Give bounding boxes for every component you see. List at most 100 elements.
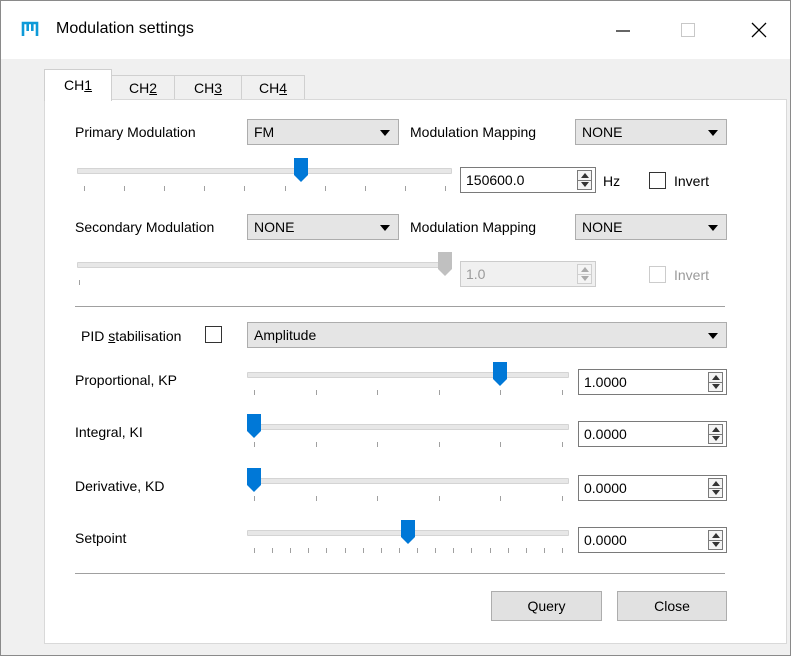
title-bar: Modulation settings [1, 1, 790, 59]
modulation-settings-window: Modulation settings CH1 CH2 CH3 CH4 Prim… [0, 0, 791, 656]
slider-tick [562, 496, 563, 501]
proportional-slider[interactable] [247, 362, 569, 396]
integral-label: Integral, KI [75, 424, 143, 440]
tab-ch1[interactable]: CH1 [44, 69, 112, 101]
spin-buttons[interactable] [577, 264, 592, 284]
slider-track [247, 424, 569, 430]
slider-tick [164, 186, 165, 191]
slider-thumb[interactable] [401, 520, 415, 544]
primary-value-spinbox[interactable]: 150600.0 [460, 167, 596, 193]
slider-tick [377, 390, 378, 395]
slider-tick [439, 442, 440, 447]
slider-tick [377, 442, 378, 447]
spin-buttons[interactable] [708, 372, 723, 392]
secondary-mapping-select[interactable]: NONE [575, 214, 727, 240]
slider-tick [453, 548, 454, 553]
slider-tick [244, 186, 245, 191]
primary-mapping-label: Modulation Mapping [410, 124, 537, 140]
slider-tick [345, 548, 346, 553]
slider-tick [500, 442, 501, 447]
slider-track [77, 168, 452, 174]
slider-tick [316, 496, 317, 501]
tab-ch2[interactable]: CH2 [111, 75, 175, 100]
proportional-spinbox[interactable]: 1.0000 [578, 369, 727, 395]
pid-stabilisation-label: PID stabilisation [81, 328, 182, 344]
slider-tick [124, 186, 125, 191]
pid-source-select[interactable]: Amplitude [247, 322, 727, 348]
slider-thumb[interactable] [247, 468, 261, 492]
minimize-icon [616, 30, 630, 32]
slider-tick [326, 548, 327, 553]
slider-thumb[interactable] [294, 158, 308, 182]
slider-tick [308, 548, 309, 553]
slider-tick [500, 390, 501, 395]
slider-thumb[interactable] [493, 362, 507, 386]
primary-modulation-select[interactable]: FM [247, 119, 399, 145]
slider-tick [363, 548, 364, 553]
slider-tick [562, 548, 563, 553]
tab-ch4[interactable]: CH4 [241, 75, 305, 100]
integral-slider[interactable] [247, 414, 569, 448]
derivative-label: Derivative, KD [75, 478, 165, 494]
slider-tick [435, 548, 436, 553]
derivative-spinbox[interactable]: 0.0000 [578, 475, 727, 501]
primary-slider[interactable] [77, 158, 452, 192]
proportional-label: Proportional, KP [75, 372, 177, 388]
channel-panel: Primary Modulation FM Modulation Mapping… [44, 99, 787, 644]
query-button[interactable]: Query [491, 591, 602, 621]
slider-tick [204, 186, 205, 191]
chevron-down-icon [380, 130, 390, 136]
slider-tick [254, 548, 255, 553]
primary-modulation-label: Primary Modulation [75, 124, 196, 140]
slider-tick [316, 442, 317, 447]
maximize-button[interactable] [671, 15, 705, 45]
chevron-down-icon [708, 333, 718, 339]
slider-tick [562, 390, 563, 395]
slider-tick [405, 186, 406, 191]
integral-spinbox[interactable]: 0.0000 [578, 421, 727, 447]
close-icon [751, 22, 767, 38]
slider-tick [316, 390, 317, 395]
slider-tick [254, 442, 255, 447]
slider-tick [272, 548, 273, 553]
tab-ch3[interactable]: CH3 [174, 75, 242, 100]
slider-tick [254, 390, 255, 395]
minimize-button[interactable] [606, 15, 640, 45]
spin-buttons[interactable] [708, 478, 723, 498]
slider-tick [439, 496, 440, 501]
secondary-value-spinbox[interactable]: 1.0 [460, 261, 596, 287]
spin-buttons[interactable] [708, 530, 723, 550]
secondary-mapping-label: Modulation Mapping [410, 219, 537, 235]
setpoint-slider[interactable] [247, 520, 569, 554]
primary-invert-checkbox[interactable] [649, 172, 666, 189]
slider-tick [399, 548, 400, 553]
close-button[interactable]: Close [617, 591, 727, 621]
app-logo-icon [21, 21, 39, 36]
chevron-down-icon [708, 130, 718, 136]
pid-stabilisation-checkbox[interactable] [205, 326, 222, 343]
primary-mapping-select[interactable]: NONE [575, 119, 727, 145]
slider-thumb[interactable] [247, 414, 261, 438]
divider [75, 306, 725, 307]
slider-track [77, 262, 452, 268]
slider-thumb[interactable] [438, 252, 452, 276]
setpoint-label: Setpoint [75, 530, 127, 546]
spin-buttons[interactable] [708, 424, 723, 444]
slider-track [247, 372, 569, 378]
spin-buttons[interactable] [577, 170, 592, 190]
secondary-invert-checkbox[interactable] [649, 266, 666, 283]
secondary-invert-label: Invert [674, 267, 710, 283]
secondary-modulation-label: Secondary Modulation [75, 219, 215, 235]
primary-invert-label: Invert [674, 173, 710, 189]
setpoint-spinbox[interactable]: 0.0000 [578, 527, 727, 553]
secondary-modulation-select[interactable]: NONE [247, 214, 399, 240]
slider-tick [544, 548, 545, 553]
slider-tick [365, 186, 366, 191]
derivative-slider[interactable] [247, 468, 569, 502]
slider-tick [381, 548, 382, 553]
slider-tick [471, 548, 472, 553]
slider-tick [526, 548, 527, 553]
secondary-slider[interactable] [77, 252, 452, 286]
slider-tick [79, 280, 80, 285]
close-window-button[interactable] [742, 15, 776, 45]
